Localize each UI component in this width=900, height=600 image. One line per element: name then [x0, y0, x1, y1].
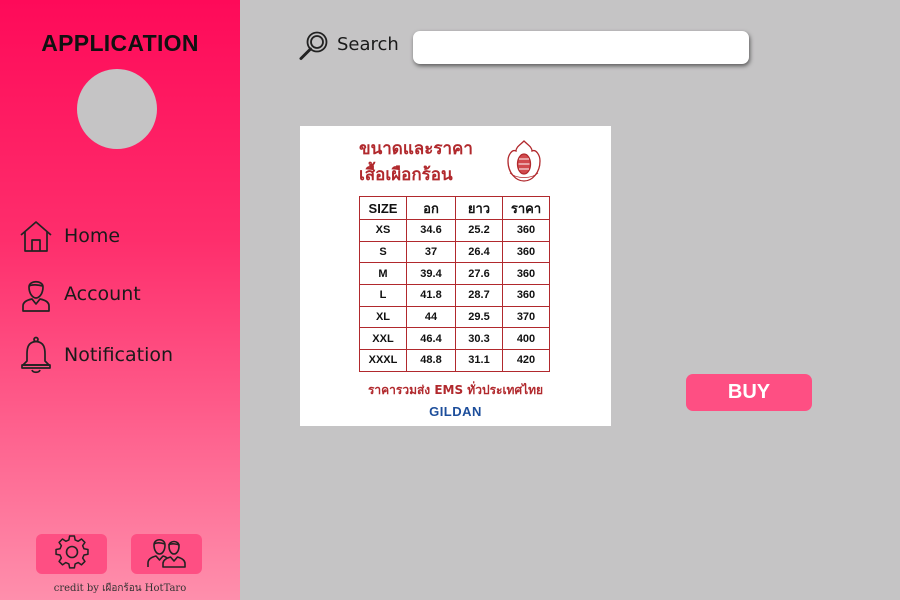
- table-cell: 39.4: [406, 262, 456, 286]
- table-cell: 370: [502, 305, 550, 329]
- sidebar-item-label: Notification: [64, 344, 174, 366]
- table-cell: 28.7: [455, 284, 503, 307]
- table-cell: 360: [502, 219, 550, 242]
- table-cell: 25.2: [455, 219, 503, 242]
- sidebar-item-account[interactable]: Account: [18, 276, 141, 312]
- size-price-table: SIZE อก ยาว ราคา XS 34.6 25.2 360 S 37 2…: [359, 196, 550, 372]
- table-row: S 37 26.4 360: [359, 240, 550, 264]
- table-row: XS 34.6 25.2 360: [359, 219, 550, 242]
- taro-logo-icon: [502, 139, 546, 185]
- credit-text: credit by เผือกร้อน HotTaro: [53, 583, 187, 594]
- sidebar-item-label: Home: [64, 225, 121, 247]
- table-cell: 34.6: [406, 219, 456, 242]
- sidebar-item-notification[interactable]: Notification: [18, 336, 174, 374]
- table-cell: 400: [502, 327, 550, 351]
- table-row: XXXL 48.8 31.1 420: [359, 349, 550, 372]
- table-cell: XS: [359, 219, 407, 242]
- table-cell: 360: [502, 284, 550, 307]
- brand-logo: GILDAN: [429, 404, 482, 419]
- search-label: Search: [337, 34, 399, 55]
- users-icon: [146, 535, 187, 573]
- table-row: L 41.8 28.7 360: [359, 284, 550, 307]
- column-header: อก: [406, 196, 456, 220]
- home-icon: [18, 218, 54, 254]
- app-title: APPLICATION: [41, 30, 199, 56]
- product-image[interactable]: ขนาดและราคา เสื้อเผือกร้อน SIZE อก ยาว ร…: [300, 126, 611, 426]
- table-header-row: SIZE อก ยาว ราคา: [359, 196, 550, 220]
- sidebar-item-home[interactable]: Home: [18, 218, 120, 254]
- sidebar-item-label: Account: [64, 283, 141, 305]
- table-cell: 48.8: [406, 349, 456, 372]
- table-cell: 27.6: [455, 262, 503, 286]
- product-title: ขนาดและราคา เสื้อเผือกร้อน: [359, 139, 473, 185]
- table-cell: L: [359, 284, 407, 307]
- table-cell: 46.4: [406, 327, 456, 351]
- column-header: ยาว: [455, 196, 503, 220]
- settings-button[interactable]: [36, 534, 107, 574]
- shipping-note: ราคารวมส่ง EMS ทั่วประเทศไทย: [367, 383, 544, 397]
- table-cell: M: [359, 262, 407, 286]
- gear-icon: [54, 535, 89, 573]
- table-cell: S: [359, 240, 407, 264]
- table-row: M 39.4 27.6 360: [359, 262, 550, 286]
- table-cell: 26.4: [455, 240, 503, 264]
- buy-button[interactable]: BUY: [686, 374, 812, 411]
- column-header: SIZE: [359, 196, 407, 220]
- bell-icon: [18, 336, 54, 374]
- search-input[interactable]: [413, 31, 749, 64]
- table-cell: XXL: [359, 327, 407, 351]
- sidebar: APPLICATION Home Account Notification cr…: [0, 0, 240, 600]
- search-icon[interactable]: [298, 30, 330, 62]
- table-cell: 30.3: [455, 327, 503, 351]
- user-icon: [18, 276, 54, 312]
- table-row: XXL 46.4 30.3 400: [359, 327, 550, 351]
- column-header: ราคา: [502, 196, 550, 220]
- table-cell: 360: [502, 240, 550, 264]
- table-row: XL 44 29.5 370: [359, 305, 550, 329]
- table-cell: 420: [502, 349, 550, 372]
- table-cell: 360: [502, 262, 550, 286]
- table-cell: 31.1: [455, 349, 503, 372]
- table-cell: XXXL: [359, 349, 407, 372]
- users-button[interactable]: [131, 534, 202, 574]
- avatar[interactable]: [77, 69, 157, 149]
- table-cell: 41.8: [406, 284, 456, 307]
- table-cell: 37: [406, 240, 456, 264]
- table-cell: 29.5: [455, 305, 503, 329]
- table-cell: 44: [406, 305, 456, 329]
- table-cell: XL: [359, 305, 407, 329]
